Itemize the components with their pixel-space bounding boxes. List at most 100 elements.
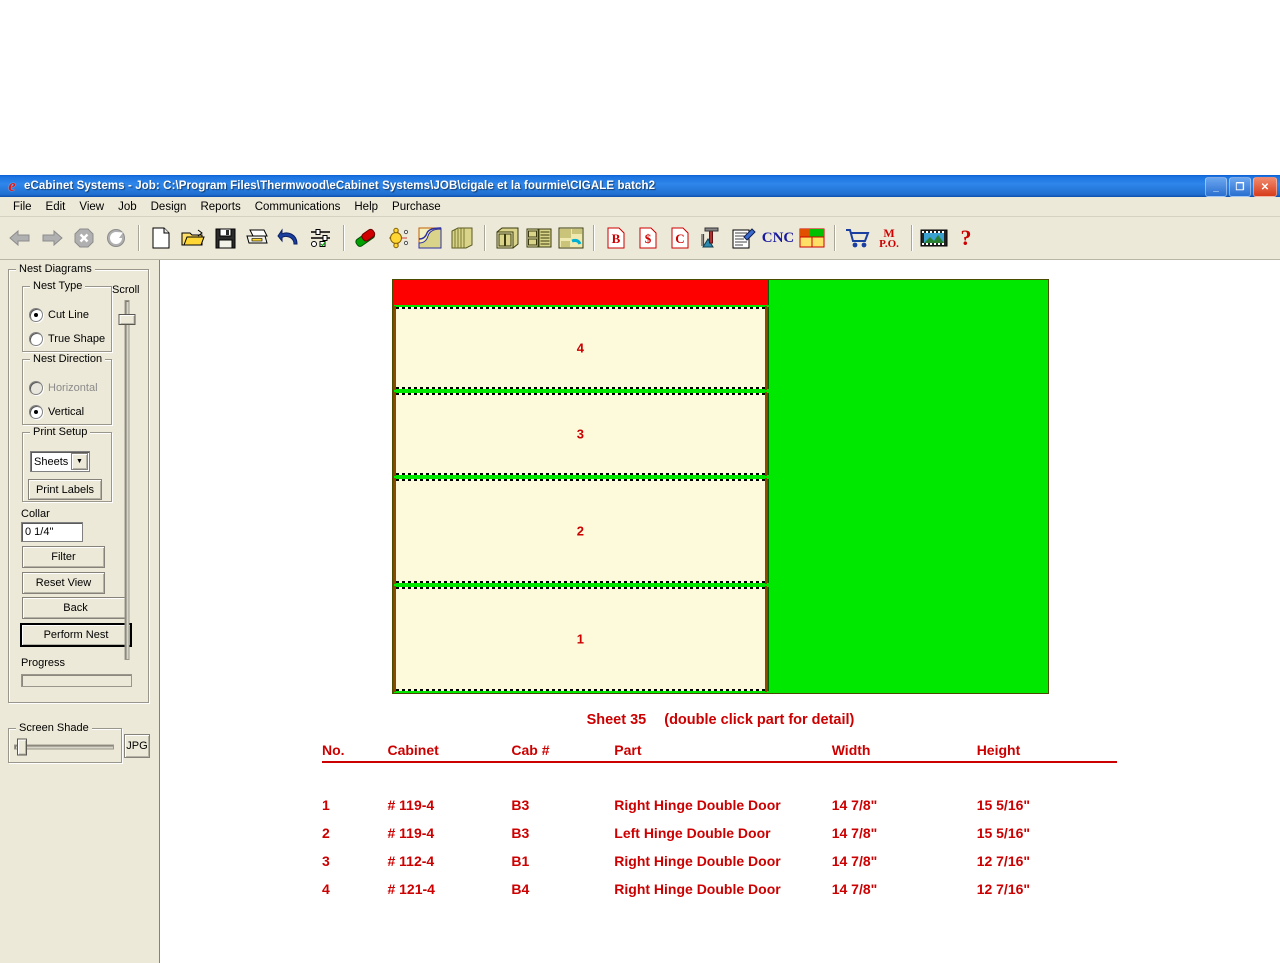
cell-height: 15 5/16" — [976, 825, 1031, 841]
close-button[interactable]: ✕ — [1253, 177, 1277, 197]
menu-purchase[interactable]: Purchase — [385, 200, 448, 214]
nest-part-cutline-bottom — [396, 386, 765, 389]
back-arrow-icon[interactable] — [4, 222, 36, 254]
toolbar-group-navigation — [4, 222, 132, 254]
options-sliders-icon[interactable] — [305, 222, 337, 254]
table-row[interactable]: 2 # 119-4 B3 Left Hinge Double Door 14 7/8" 1… — [322, 819, 1117, 847]
menu-reports[interactable]: Reports — [193, 200, 247, 214]
back-button[interactable]: Back — [22, 597, 129, 619]
customer-report-icon[interactable]: C — [664, 222, 696, 254]
maximize-button[interactable]: ❐ — [1229, 177, 1251, 197]
image-strip-icon[interactable] — [918, 222, 950, 254]
nest-part-cutline-top — [396, 307, 765, 309]
menu-file[interactable]: File — [6, 200, 39, 214]
nest-view-panel: 4 3 2 1 Sheet 35 (double click part for deta… — [160, 260, 1280, 963]
help-label: ? — [960, 225, 972, 250]
parts-table: No. Cabinet Cab # Part Width Height 1 # 1… — [322, 742, 1117, 903]
screen-shade-thumb[interactable] — [17, 738, 27, 756]
radio-horizontal[interactable]: Horizontal — [29, 381, 98, 395]
chevron-down-icon[interactable]: ▼ — [71, 453, 88, 470]
nest-part[interactable]: 1 — [393, 584, 769, 693]
menu-design[interactable]: Design — [144, 200, 194, 214]
menu-help[interactable]: Help — [347, 200, 385, 214]
print-labels-button[interactable]: Print Labels — [28, 479, 102, 500]
screen-shade-slider[interactable] — [14, 736, 114, 758]
sheet-layout-icon[interactable] — [796, 222, 828, 254]
menu-job[interactable]: Job — [111, 200, 144, 214]
refresh-icon[interactable] — [100, 222, 132, 254]
cell-part: Right Hinge Double Door — [614, 881, 781, 897]
cabinet-icon[interactable] — [491, 222, 523, 254]
cell-cabinet: # 119-4 — [387, 825, 435, 841]
nest-diagram[interactable]: 4 3 2 1 — [392, 279, 1049, 694]
new-document-icon[interactable] — [145, 222, 177, 254]
scroll-slider-thumb[interactable] — [118, 314, 136, 325]
scroll-label: Scroll — [112, 284, 140, 296]
nest-part-number: 3 — [576, 426, 584, 442]
measure-icon[interactable] — [696, 222, 728, 254]
menu-bar: File Edit View Job Design Reports Commun… — [0, 197, 1280, 217]
jpg-button[interactable]: JPG — [124, 734, 150, 758]
perform-nest-button[interactable]: Perform Nest — [20, 623, 132, 647]
cell-height: 12 7/16" — [976, 853, 1031, 869]
toolbar-separator-4 — [593, 225, 594, 251]
window-title: eCabinet Systems - Job: C:\Program Files… — [24, 180, 656, 192]
print-icon[interactable] — [241, 222, 273, 254]
menu-edit[interactable]: Edit — [39, 200, 73, 214]
minimize-button[interactable]: _ — [1205, 177, 1227, 197]
nest-part[interactable]: 2 — [393, 476, 769, 585]
table-header-row: No. Cabinet Cab # Part Width Height — [322, 742, 1117, 762]
header-cab-num: Cab # — [511, 742, 550, 758]
materials-icon[interactable] — [350, 222, 382, 254]
radio-cut-line[interactable]: Cut Line — [29, 308, 89, 322]
purchase-order-icon[interactable]: M P.O. — [873, 222, 905, 254]
reset-view-button[interactable]: Reset View — [22, 572, 105, 594]
hardware-icon[interactable] — [382, 222, 414, 254]
header-height: Height — [976, 742, 1021, 758]
stop-icon[interactable] — [68, 222, 100, 254]
cost-report-icon[interactable]: $ — [632, 222, 664, 254]
cnc-icon[interactable]: CNC — [760, 222, 796, 254]
open-folder-icon[interactable] — [177, 222, 209, 254]
nest-part-cutline-top — [396, 586, 765, 589]
nest-diagrams-caption: Nest Diagrams — [16, 263, 95, 275]
undo-icon[interactable] — [273, 222, 305, 254]
collar-input[interactable]: 0 1/4" — [21, 522, 83, 542]
radio-vertical[interactable]: Vertical — [29, 405, 84, 419]
nesting-icon[interactable] — [555, 222, 587, 254]
nest-part[interactable]: 4 — [393, 305, 769, 391]
window-controls: _ ❐ ✕ — [1205, 177, 1277, 197]
shopping-cart-icon[interactable] — [841, 222, 873, 254]
edit-notes-icon[interactable] — [728, 222, 760, 254]
nest-part[interactable]: 3 — [393, 390, 769, 477]
header-width: Width — [831, 742, 871, 758]
cell-cabinet: # 121-4 — [387, 881, 435, 897]
menu-view[interactable]: View — [72, 200, 111, 214]
cabinet-list-icon[interactable] — [523, 222, 555, 254]
cell-cab-num: B4 — [511, 881, 530, 897]
table-row[interactable]: 3 # 112-4 B1 Right Hinge Double Door 14 7/8"… — [322, 847, 1117, 875]
nest-part-cutline-top — [396, 478, 765, 481]
cell-no: 1 — [322, 797, 330, 813]
help-question-icon[interactable]: ? — [950, 222, 982, 254]
scroll-slider[interactable] — [118, 300, 136, 660]
toolbar-group-design — [350, 222, 478, 254]
molding-icon[interactable] — [446, 222, 478, 254]
toolbar-group-commerce: M P.O. — [841, 222, 905, 254]
filter-button[interactable]: Filter — [22, 546, 105, 568]
save-floppy-icon[interactable] — [209, 222, 241, 254]
table-row[interactable]: 1 # 119-4 B3 Right Hinge Double Door 14 7/8"… — [322, 791, 1117, 819]
print-setup-selected-value: Sheets — [34, 455, 69, 468]
nest-part-cutline-bottom — [396, 472, 765, 475]
radio-cut-line-label: Cut Line — [48, 309, 89, 321]
cell-height: 15 5/16" — [976, 797, 1031, 813]
table-row[interactable]: 4 # 121-4 B4 Right Hinge Double Door 14 7/8"… — [322, 875, 1117, 903]
radio-true-shape[interactable]: True Shape — [29, 332, 105, 346]
radio-horizontal-dot — [29, 381, 43, 395]
title-bar: e eCabinet Systems - Job: C:\Program Fil… — [0, 175, 1280, 197]
print-setup-select[interactable]: Sheets ▼ — [30, 451, 90, 472]
shape-editor-icon[interactable] — [414, 222, 446, 254]
menu-communications[interactable]: Communications — [248, 200, 348, 214]
bid-report-icon[interactable]: B — [600, 222, 632, 254]
forward-arrow-icon[interactable] — [36, 222, 68, 254]
